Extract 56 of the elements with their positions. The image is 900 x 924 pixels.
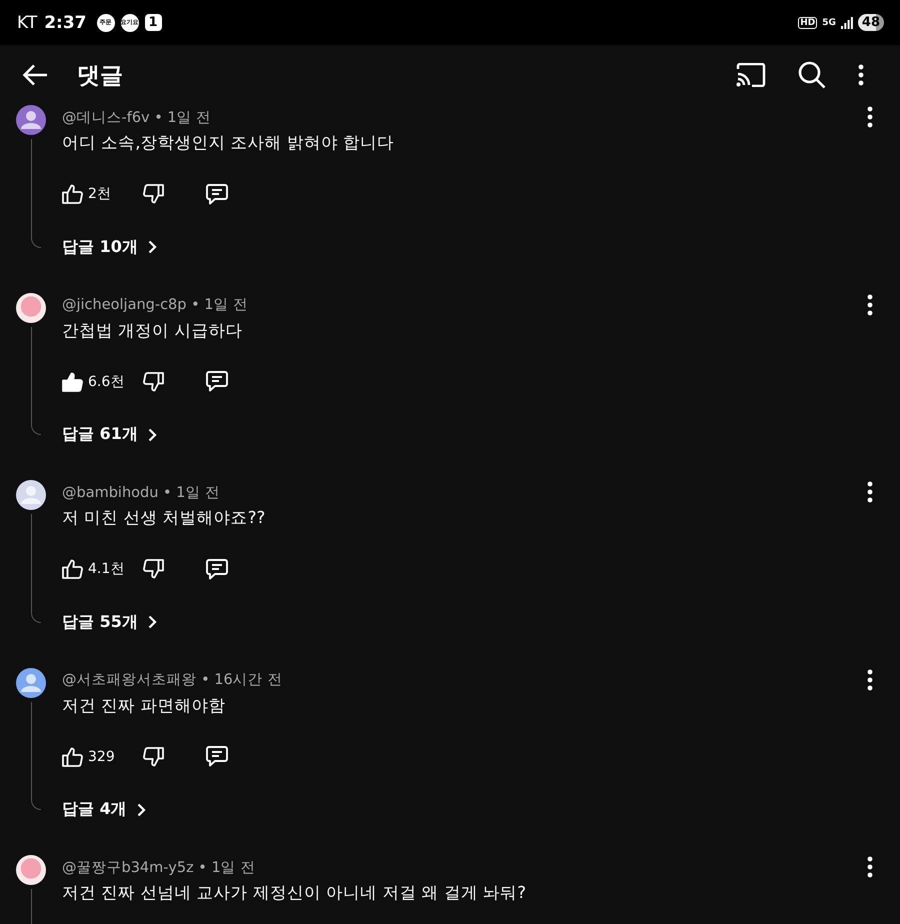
like-count: 6.6천 [88,372,124,390]
cast-icon[interactable] [736,63,766,87]
thumbs-down-icon[interactable] [143,559,164,579]
avatar-photo-placeholder[interactable] [16,855,46,885]
more-options-icon[interactable] [867,856,873,878]
battery-icon: 48 [858,14,884,31]
comment-text: 어디 소속,장학생인지 조사해 밝혀야 합니다 [62,132,396,154]
more-options-icon[interactable] [858,64,864,86]
search-icon[interactable] [798,61,826,89]
signal-icon [840,16,853,28]
replies-link[interactable]: 답글 10개 [62,232,157,262]
comment-icon[interactable] [206,746,228,767]
comment-author-time: @서초패왕서초패왕 • 16시간 전 [62,671,284,689]
chevron-right-icon [136,802,146,816]
like-count: 4.1천 [88,560,124,578]
comment-icon[interactable] [206,184,228,204]
thumbs-down-icon[interactable] [143,746,164,766]
thumbs-down-icon[interactable] [143,184,164,204]
thumbs-up-icon[interactable] [62,746,83,766]
replies-link[interactable]: 답글 4개 [62,794,146,824]
app-notification-icon: 1 [144,14,162,31]
more-options-icon[interactable] [867,481,873,503]
filled-thumbs-up-icon[interactable] [62,372,83,392]
more-options-icon[interactable] [867,106,873,128]
chevron-right-icon [148,240,157,254]
avatar-icon[interactable] [16,105,46,135]
comment-author-time: @데니스-f6v • 1일 전 [62,108,212,126]
comment-author-time: @bambihodu • 1일 전 [62,484,222,502]
hd-voice-icon: HD [798,16,818,28]
more-options-icon[interactable] [867,294,873,316]
comment-icon[interactable] [206,558,228,580]
replies-link[interactable]: 답글 61개 [62,420,157,450]
comment-text: 간첩법 개정이 시급하다 [62,320,244,342]
back-arrow-icon[interactable] [22,64,48,86]
comment-icon[interactable] [206,371,228,392]
clock-text: 2:37 [44,12,87,32]
comment-text: 저건 진짜 파면해야함 [62,694,226,716]
replies-link[interactable]: 답글 55개 [62,607,157,637]
comment-text: 저 미친 선생 처벌해야죠?? [62,507,266,529]
thumbs-down-icon[interactable] [143,372,164,392]
avatar-icon[interactable] [16,668,46,698]
comment-author-time: @jicheoljang-c8p • 1일 전 [62,296,250,314]
more-options-icon[interactable] [867,668,873,690]
like-count: 2천 [88,185,111,203]
chevron-right-icon [148,428,157,442]
comment-text: 저건 진짜 선넘네 교사가 제정신이 아니네 저걸 왜 걸게 놔둬? [62,882,527,904]
avatar-icon[interactable] [16,480,46,510]
page-title: 댓글 [77,62,124,90]
avatar-photo-placeholder[interactable] [16,292,46,322]
thumbs-up-icon[interactable] [62,559,83,579]
carrier-text: KT [17,12,38,32]
chevron-right-icon [148,615,157,629]
like-count: 329 [88,748,115,764]
network-text: 5G [822,18,836,28]
comment-author-time: @꿀짱구b34m-y5z • 1일 전 [62,858,256,876]
thumbs-up-icon[interactable] [62,184,83,204]
